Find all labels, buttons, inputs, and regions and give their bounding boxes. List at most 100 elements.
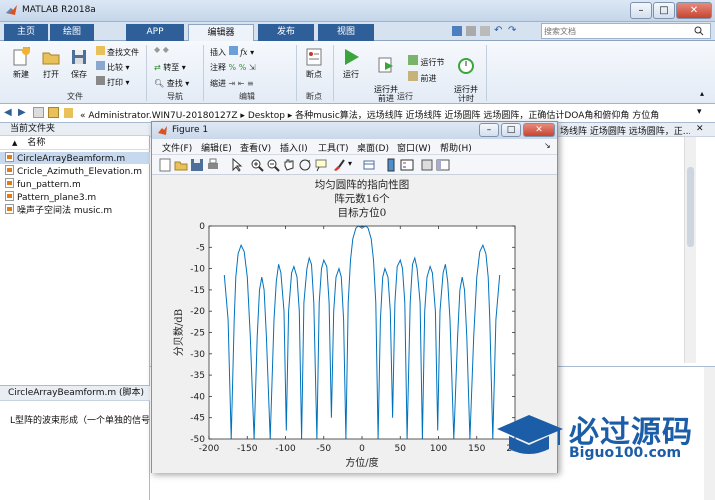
tab-apps[interactable]: APP bbox=[126, 24, 184, 41]
folder-path[interactable]: « Administrator.WIN7U-20180127Z ▸ Deskto… bbox=[80, 108, 690, 121]
file-item[interactable]: fun_pattern.m bbox=[0, 178, 81, 190]
print-figure-icon[interactable] bbox=[206, 158, 220, 172]
figure-title-bar: Figure 1 – □ ✕ bbox=[152, 122, 557, 139]
file-item[interactable]: CircleArrayBeamform.m bbox=[0, 152, 150, 164]
collapse-ribbon-icon[interactable]: ▴ bbox=[700, 89, 704, 98]
y-tick-label: -35 bbox=[190, 371, 205, 381]
find-button[interactable]: 🔍︎ 查找 ▾ bbox=[154, 78, 189, 89]
pointer-icon[interactable] bbox=[230, 158, 244, 172]
forward-arrow-icon[interactable]: ▶ bbox=[18, 107, 26, 118]
print-button[interactable]: 打印 ▾ bbox=[96, 76, 130, 88]
tab-view[interactable]: 视图 bbox=[318, 24, 374, 41]
run-button[interactable]: 运行 bbox=[338, 47, 364, 80]
new-button[interactable]: 新建 bbox=[6, 47, 36, 80]
insert-legend-icon[interactable] bbox=[400, 158, 414, 172]
close-tab-icon[interactable]: ✕ bbox=[696, 124, 704, 134]
breakpoints-icon bbox=[306, 48, 322, 66]
rotate-3d-icon[interactable] bbox=[298, 158, 312, 172]
editor-scrollbar[interactable] bbox=[684, 137, 696, 363]
group-breakpoints-label: 断点 bbox=[306, 92, 322, 101]
run-section-button[interactable]: 运行节 bbox=[408, 55, 445, 68]
undo-icon[interactable]: ↶ bbox=[494, 25, 502, 36]
insert-button[interactable]: 插入 fx ▾ bbox=[210, 46, 254, 58]
y-tick-label: -30 bbox=[190, 350, 205, 360]
menu-file[interactable]: 文件(F) bbox=[162, 141, 192, 154]
maximize-button[interactable]: □ bbox=[653, 2, 675, 19]
parent-folder-icon[interactable] bbox=[48, 107, 59, 118]
breakpoints-button[interactable]: 断点 bbox=[300, 47, 328, 80]
file-item[interactable]: Pattern_plane3.m bbox=[0, 191, 96, 203]
hide-plot-tools-icon[interactable] bbox=[420, 158, 434, 172]
x-axis-label: 方位/度 bbox=[345, 456, 378, 469]
open-button[interactable]: 打开 bbox=[36, 47, 66, 80]
figure-maximize-button[interactable]: □ bbox=[501, 123, 521, 137]
compare-button[interactable]: 比较 ▾ bbox=[96, 61, 130, 73]
save-button[interactable]: 保存 bbox=[64, 47, 94, 80]
file-item[interactable]: 噪声子空间法 music.m bbox=[0, 204, 112, 216]
tab-publish[interactable]: 发布 bbox=[258, 24, 314, 41]
pan-icon[interactable] bbox=[282, 158, 296, 172]
nav-back-forward[interactable]: ◆ ◆ bbox=[154, 45, 169, 54]
path-dropdown-icon[interactable]: ▾ bbox=[697, 107, 702, 117]
menu-help[interactable]: 帮助(H) bbox=[440, 141, 472, 154]
tab-plots[interactable]: 绘图 bbox=[50, 24, 94, 41]
find-files-button[interactable]: 查找文件 bbox=[96, 46, 139, 58]
cut-icon[interactable] bbox=[466, 26, 476, 36]
new-figure-icon[interactable] bbox=[158, 158, 172, 172]
y-tick-label: -5 bbox=[196, 243, 205, 253]
save-figure-icon[interactable] bbox=[190, 158, 204, 172]
menu-tools[interactable]: 工具(T) bbox=[318, 141, 349, 154]
figure-close-button[interactable]: ✕ bbox=[523, 123, 555, 137]
redo-icon[interactable]: ↷ bbox=[508, 25, 516, 36]
search-input[interactable] bbox=[544, 25, 684, 37]
find-label: 查找 bbox=[166, 79, 183, 88]
brush-icon[interactable] bbox=[332, 158, 346, 172]
close-window-button[interactable]: ✕ bbox=[676, 2, 712, 19]
zoom-out-icon[interactable] bbox=[266, 158, 280, 172]
comment-button[interactable]: 注释 % % ⇲ bbox=[210, 62, 256, 73]
data-cursor-icon[interactable] bbox=[314, 158, 328, 172]
menu-edit[interactable]: 编辑(E) bbox=[201, 141, 232, 154]
wrap-icon[interactable]: ⇲ bbox=[249, 63, 256, 72]
save-quick-icon[interactable] bbox=[452, 26, 462, 36]
advance-button[interactable]: 前进 bbox=[408, 71, 437, 84]
brush-dropdown-icon[interactable]: ▾ bbox=[348, 159, 352, 168]
current-folder-title: 当前文件夹 bbox=[0, 123, 150, 136]
link-plot-icon[interactable] bbox=[362, 158, 376, 172]
menu-insert[interactable]: 插入(I) bbox=[280, 141, 308, 154]
search-docs-field[interactable] bbox=[541, 23, 711, 39]
folder-open-icon bbox=[42, 52, 60, 65]
file-item[interactable]: Cricle_Azimuth_Elevation.m bbox=[0, 165, 142, 177]
browse-folder-icon[interactable] bbox=[33, 107, 44, 118]
editor-ribbon: 新建 打开 保存 查找文件 比较 ▾ 打印 ▾ 文件 ◆ ◆ ⇄ 转至 ▾ 🔍︎… bbox=[0, 41, 715, 104]
insert-colorbar-icon[interactable] bbox=[384, 158, 398, 172]
search-icon[interactable] bbox=[694, 26, 704, 36]
outdent-icon[interactable]: ⇤ bbox=[238, 79, 245, 88]
tab-home[interactable]: 主页 bbox=[4, 24, 48, 41]
fx-dropdown-icon[interactable]: ▾ bbox=[250, 48, 254, 57]
menu-window[interactable]: 窗口(W) bbox=[397, 141, 431, 154]
open-label: 打开 bbox=[43, 70, 59, 79]
figure-minimize-button[interactable]: – bbox=[479, 123, 499, 137]
dock-arrow-icon[interactable]: ↘ bbox=[544, 141, 551, 150]
back-arrow-icon[interactable]: ◀ bbox=[4, 107, 12, 118]
x-tick-label: 50 bbox=[395, 444, 407, 454]
goto-button[interactable]: ⇄ 转至 ▾ bbox=[154, 62, 186, 73]
minimize-button[interactable]: – bbox=[630, 2, 652, 19]
copy-icon[interactable] bbox=[480, 26, 490, 36]
run-and-time-button[interactable]: 运行并 计时 bbox=[450, 47, 482, 103]
tab-editor[interactable]: 编辑器 bbox=[188, 24, 254, 41]
editor-tab-label[interactable]: 场线阵 近场圆阵 远场圆阵，正... bbox=[560, 124, 690, 137]
open-file-icon[interactable] bbox=[174, 158, 188, 172]
menu-view[interactable]: 查看(V) bbox=[240, 141, 271, 154]
show-plot-tools-icon[interactable] bbox=[436, 158, 450, 172]
column-header[interactable]: ▲ 名称 bbox=[0, 137, 150, 150]
uncomment-icon[interactable]: % bbox=[239, 63, 247, 72]
run-and-time-label: 运行并 计时 bbox=[454, 85, 478, 103]
watermark-url: Biguo100.com bbox=[569, 445, 682, 461]
menu-desktop[interactable]: 桌面(D) bbox=[357, 141, 389, 154]
indent-button[interactable]: 缩进 ⇥ ⇤ ≡ bbox=[210, 78, 254, 89]
scrollbar-thumb[interactable] bbox=[687, 167, 694, 247]
zoom-in-icon[interactable] bbox=[250, 158, 264, 172]
smart-indent-icon[interactable]: ≡ bbox=[247, 79, 254, 88]
